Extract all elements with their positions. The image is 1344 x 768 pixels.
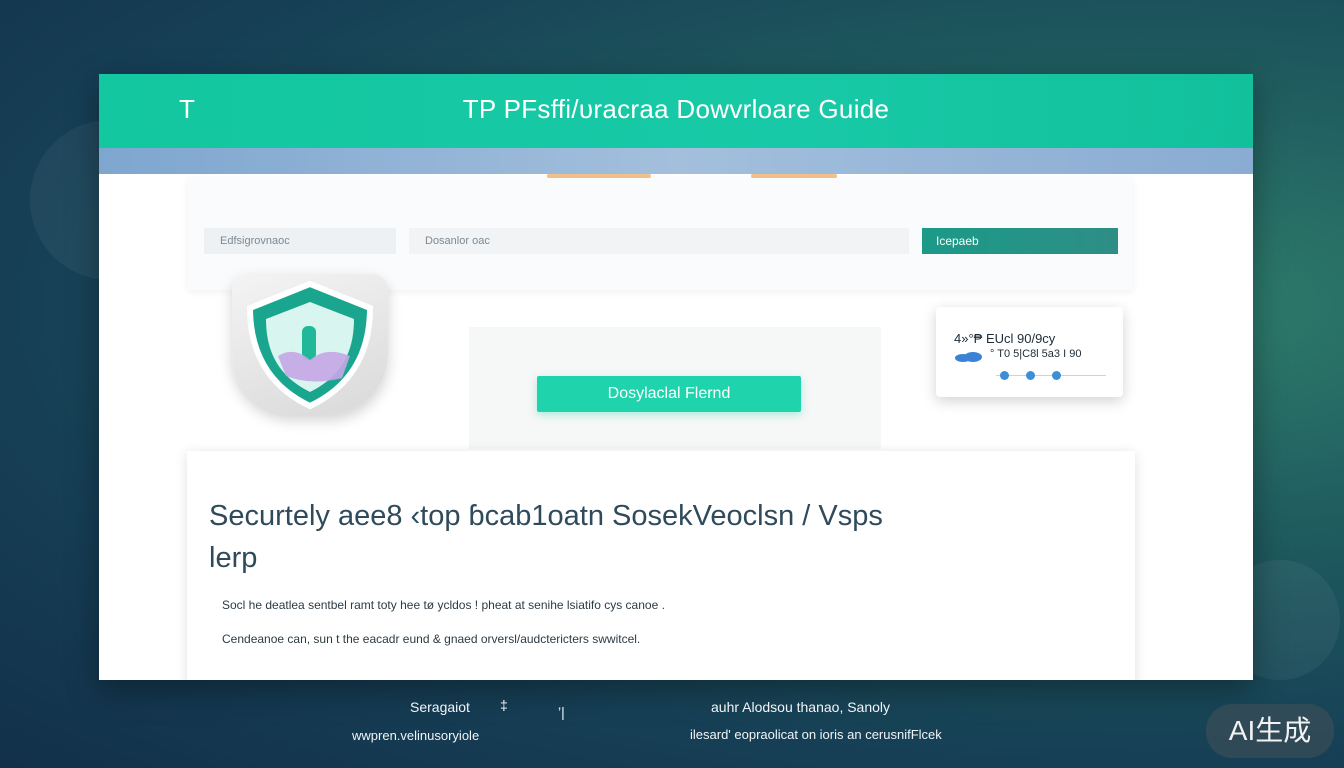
search-button[interactable]: Icepaeb [922,228,1118,254]
content-headline: Securtely aee8 ‹top ɓcab1oatn SosekVeocl… [209,500,883,574]
slider-handle[interactable] [1026,371,1035,380]
content-card: Securtely aee8 ‹top ɓcab1oatn SosekVeocl… [187,451,1135,680]
footer-link-right[interactable]: ilesard' eopraolicat on ioris an cerusni… [690,727,942,742]
footer-label-right: auhr Alodsou thanao, Sanoly [711,699,891,715]
shield-card [232,274,388,414]
info-card: 4»°₱ EUcl 90/9cy ° T0 5|C8l 5a3 I 90 [936,307,1123,397]
shield-icon [246,280,374,410]
page-title: TP PFsffi/υracraa Dowvrloare Guide [462,94,890,124]
title-bar: T TP PFsffi/υracraa Dowvrloare Guide [99,74,1253,148]
toolbar-strip [99,148,1253,174]
footer-link-left[interactable]: wwpren.velinusoryiole [352,728,479,743]
search-field-1[interactable]: Edfsigrovnaoc [204,228,396,254]
content-paragraph: Cendeanoe can, sun t the eacadr eund & g… [222,632,641,646]
footer-label-left: Seragaiot [410,699,470,715]
app-window: T TP PFsffi/υracraa Dowvrloare Guide Edf… [99,74,1253,680]
cloud-icon [955,352,982,362]
content-paragraph: Socl he deatlea sentbel ramt toty hee tø… [222,598,665,612]
slider-end-dot[interactable] [1052,371,1061,380]
slider-start-dot[interactable] [1000,371,1009,380]
info-subtitle: ° T0 5|C8l 5a3 I 90 [990,348,1082,360]
download-button[interactable]: Dosylaclal Flernd [537,376,801,412]
search-field-2[interactable]: Dosanlor oac [409,228,909,254]
info-title: 4»°₱ EUcl 90/9cy [954,331,1056,346]
ai-watermark: AI生成 [1206,704,1334,758]
footer-pin-icon: ‡ [500,697,508,713]
progress-slider[interactable] [996,375,1106,376]
footer-arrow-icon: ’| [558,704,565,720]
